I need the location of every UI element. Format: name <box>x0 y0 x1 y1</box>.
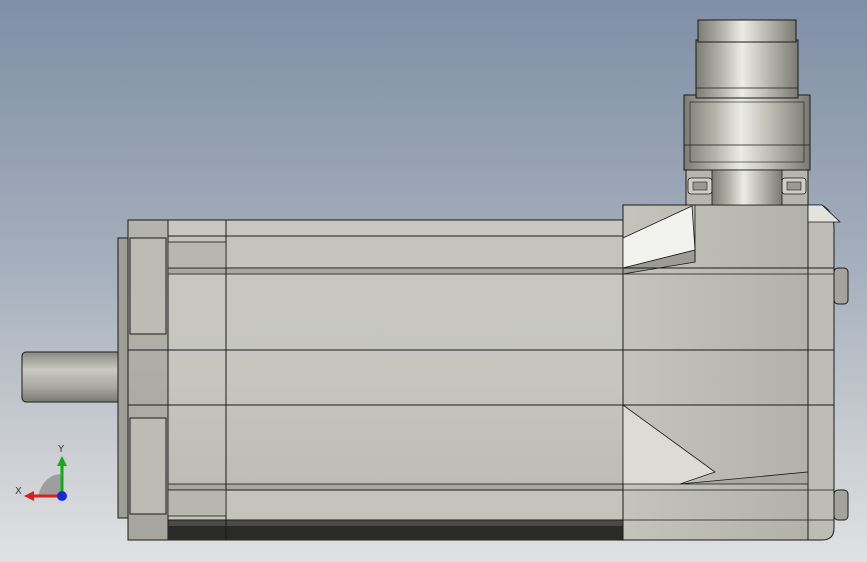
motor-shaft <box>21 351 133 403</box>
rear-boss-top <box>833 267 849 305</box>
rear-boss-bottom <box>833 489 849 521</box>
servo-motor-model[interactable] <box>0 0 867 562</box>
x-axis-label: X <box>15 486 22 497</box>
z-axis-dot <box>57 491 67 501</box>
power-connector <box>683 19 811 206</box>
orientation-triad: Y X <box>15 444 67 501</box>
cad-viewport[interactable]: Y X <box>0 0 867 562</box>
front-flange <box>117 219 169 541</box>
y-axis-label: Y <box>57 444 65 455</box>
motor-body <box>167 219 624 541</box>
rear-cap <box>622 204 849 541</box>
